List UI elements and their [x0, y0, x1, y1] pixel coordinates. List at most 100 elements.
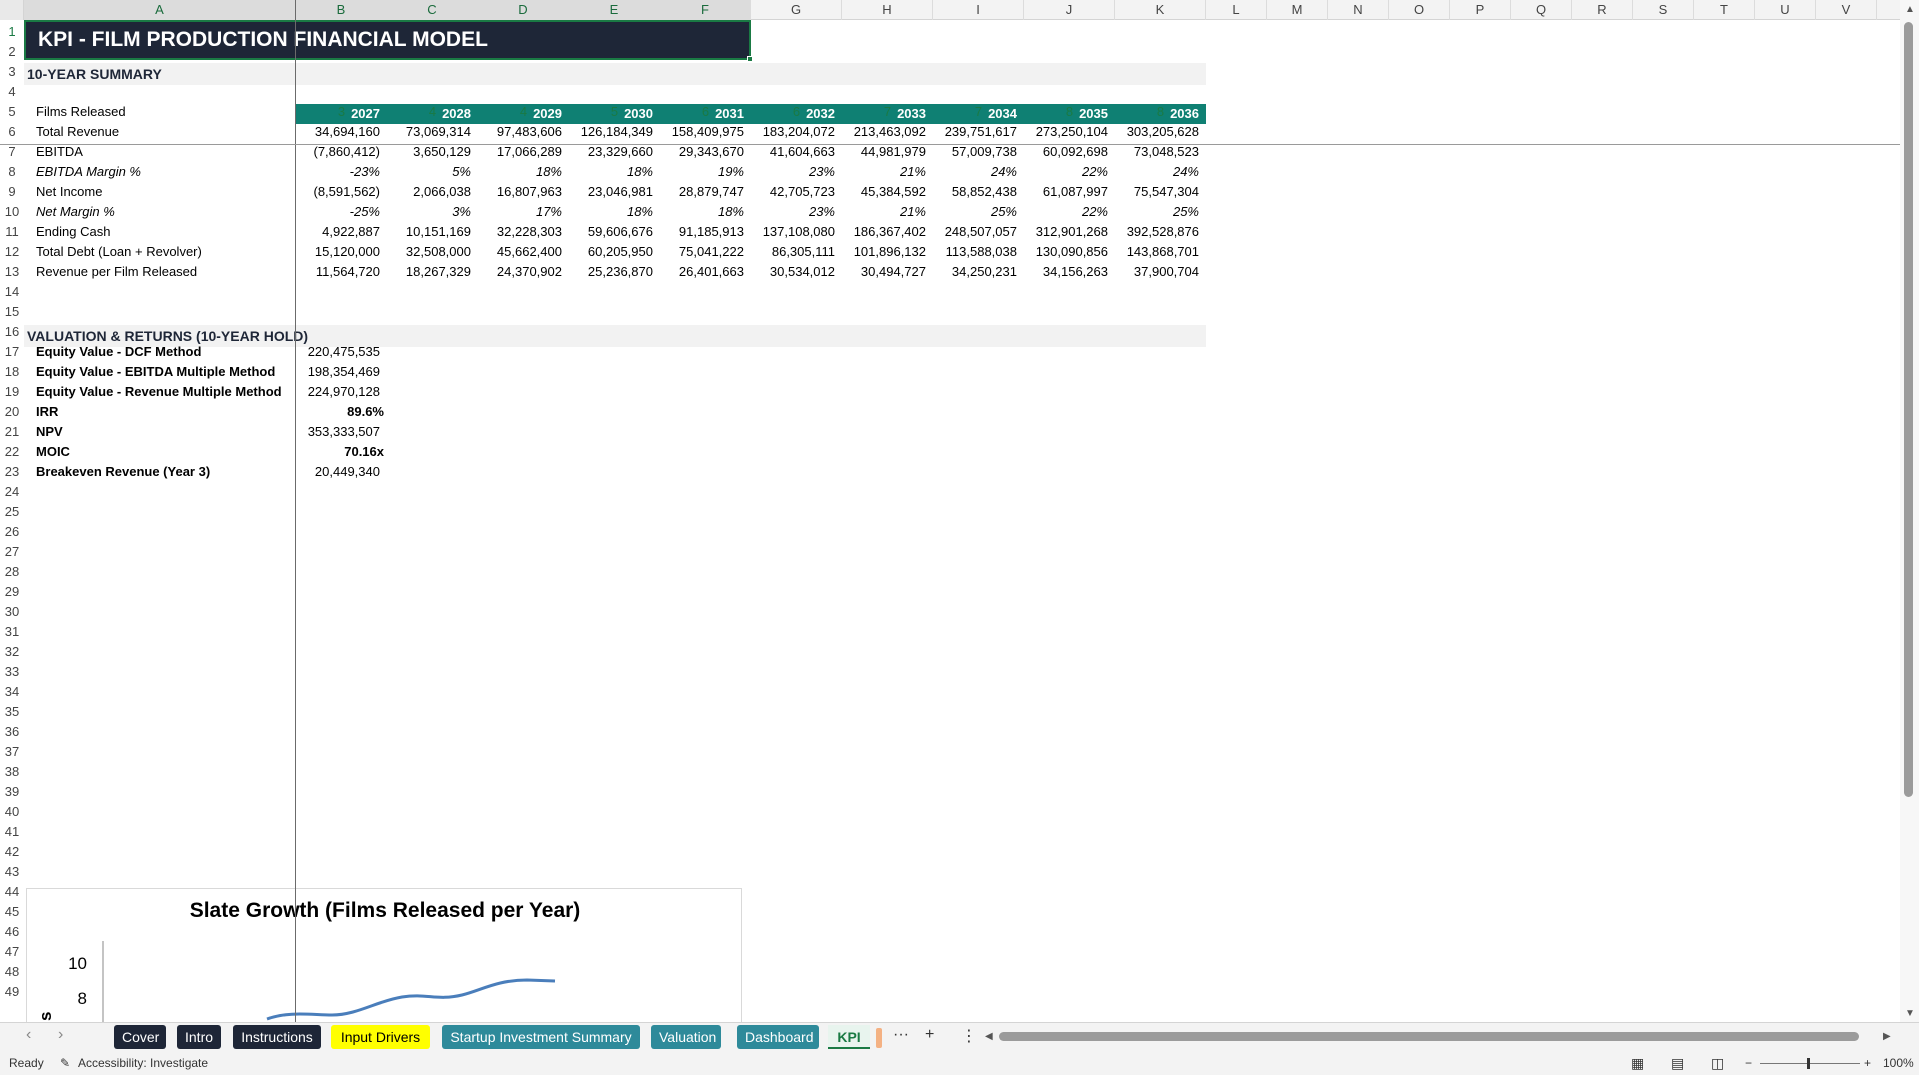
metric-cell[interactable]: 101,896,132	[842, 242, 926, 262]
page-title[interactable]: KPI - FILM PRODUCTION FINANCIAL MODEL	[24, 20, 751, 60]
metric-cell[interactable]: 41,604,663	[751, 142, 835, 162]
metric-cell[interactable]: 25%	[1115, 202, 1199, 222]
select-all-corner[interactable]	[0, 0, 24, 20]
metric-cell[interactable]: 30,494,727	[842, 262, 926, 282]
row-header-20[interactable]: 20	[0, 400, 24, 420]
metric-cell[interactable]: 73,048,523	[1115, 142, 1199, 162]
metric-cell[interactable]: 45,662,400	[478, 242, 562, 262]
accessibility-status[interactable]: Accessibility: Investigate	[78, 1052, 208, 1075]
page-break-icon[interactable]: ◫	[1711, 1052, 1724, 1075]
column-header-n[interactable]: N	[1328, 0, 1389, 20]
metric-cell[interactable]: 28,879,747	[660, 182, 744, 202]
column-header-o[interactable]: O	[1389, 0, 1450, 20]
metric-label[interactable]: EBITDA	[36, 142, 83, 162]
metric-cell[interactable]: 18%	[478, 162, 562, 182]
metric-cell[interactable]: 143,868,701	[1115, 242, 1199, 262]
valuation-label[interactable]: Equity Value - EBITDA Multiple Method	[36, 362, 275, 382]
row-header-15[interactable]: 15	[0, 300, 24, 320]
metric-cell[interactable]: 18,267,329	[387, 262, 471, 282]
metric-cell[interactable]: 73,069,314	[387, 122, 471, 142]
metric-cell[interactable]: 22%	[1024, 162, 1108, 182]
films-cell[interactable]: 7	[842, 102, 933, 122]
row-header-36[interactable]: 36	[0, 720, 24, 740]
column-header-g[interactable]: G	[751, 0, 842, 20]
metric-cell[interactable]: 34,250,231	[933, 262, 1017, 282]
row-header-48[interactable]: 48	[0, 960, 24, 980]
films-cell[interactable]: 7	[933, 102, 1024, 122]
row-header-4[interactable]: 4	[0, 80, 24, 100]
metric-cell[interactable]: 11,564,720	[296, 262, 380, 282]
more-sheets-button[interactable]: ···	[893, 1026, 909, 1044]
row-header-22[interactable]: 22	[0, 440, 24, 460]
metric-cell[interactable]: (8,591,562)	[296, 182, 381, 202]
row-header-8[interactable]: 8	[0, 160, 24, 180]
column-header-e[interactable]: E	[569, 0, 660, 20]
metric-cell[interactable]: 17%	[478, 202, 562, 222]
metric-cell[interactable]: 18%	[660, 202, 744, 222]
metric-cell[interactable]: 26,401,663	[660, 262, 744, 282]
metric-cell[interactable]: 16,807,963	[478, 182, 562, 202]
tab-kpi[interactable]: KPI	[828, 1025, 870, 1049]
row-header-24[interactable]: 24	[0, 480, 24, 500]
metric-cell[interactable]: 186,367,402	[842, 222, 926, 242]
row-header-46[interactable]: 46	[0, 920, 24, 940]
valuation-label[interactable]: MOIC	[36, 442, 70, 462]
metric-cell[interactable]: 24%	[933, 162, 1017, 182]
normal-view-icon[interactable]: ▦	[1631, 1052, 1644, 1075]
scroll-up-icon[interactable]: ▲	[1905, 4, 1915, 15]
row-header-45[interactable]: 45	[0, 900, 24, 920]
fill-handle[interactable]	[747, 56, 753, 62]
metric-cell[interactable]: 10,151,169	[387, 222, 471, 242]
row-header-12[interactable]: 12	[0, 240, 24, 260]
row-header-25[interactable]: 25	[0, 500, 24, 520]
column-header-t[interactable]: T	[1694, 0, 1755, 20]
row-header-1[interactable]: 1	[0, 20, 24, 40]
next-sheet-icon[interactable]: ›	[58, 1026, 63, 1044]
metric-label[interactable]: Net Income	[36, 182, 102, 202]
row-header-32[interactable]: 32	[0, 640, 24, 660]
metric-cell[interactable]: 57,009,738	[933, 142, 1017, 162]
row-header-27[interactable]: 27	[0, 540, 24, 560]
films-cell[interactable]: 4	[478, 102, 569, 122]
films-label[interactable]: Films Released	[36, 102, 126, 122]
metric-cell[interactable]: 32,228,303	[478, 222, 562, 242]
scroll-down-icon[interactable]: ▼	[1905, 1008, 1915, 1019]
column-header-s[interactable]: S	[1633, 0, 1694, 20]
row-header-14[interactable]: 14	[0, 280, 24, 300]
metric-cell[interactable]: 137,108,080	[751, 222, 835, 242]
tab-instructions[interactable]: Instructions	[233, 1025, 321, 1049]
row-header-30[interactable]: 30	[0, 600, 24, 620]
column-header-h[interactable]: H	[842, 0, 933, 20]
films-cell[interactable]: 4	[387, 102, 478, 122]
column-header-j[interactable]: J	[1024, 0, 1115, 20]
metric-cell[interactable]: 2,066,038	[387, 182, 471, 202]
metric-cell[interactable]: 75,547,304	[1115, 182, 1199, 202]
metric-cell[interactable]: 158,409,975	[660, 122, 744, 142]
metric-cell[interactable]: 42,705,723	[751, 182, 835, 202]
row-header-21[interactable]: 21	[0, 420, 24, 440]
tab-input-drivers[interactable]: Input Drivers	[331, 1025, 430, 1049]
column-header-v[interactable]: V	[1816, 0, 1877, 20]
films-cell[interactable]: 6	[751, 102, 842, 122]
metric-cell[interactable]: (7,860,412)	[296, 142, 381, 162]
row-header-28[interactable]: 28	[0, 560, 24, 580]
metric-cell[interactable]: 37,900,704	[1115, 262, 1199, 282]
row-header-35[interactable]: 35	[0, 700, 24, 720]
column-header-c[interactable]: C	[387, 0, 478, 20]
metric-cell[interactable]: 18%	[569, 202, 653, 222]
metric-label[interactable]: Total Revenue	[36, 122, 119, 142]
zoom-in-icon[interactable]: +	[1864, 1052, 1871, 1075]
metric-cell[interactable]: 44,981,979	[842, 142, 926, 162]
metric-cell[interactable]: 25,236,870	[569, 262, 653, 282]
zoom-out-icon[interactable]: −	[1745, 1052, 1752, 1075]
valuation-label[interactable]: Breakeven Revenue (Year 3)	[36, 462, 210, 482]
metric-cell[interactable]: 24%	[1115, 162, 1199, 182]
row-header-42[interactable]: 42	[0, 840, 24, 860]
row-header-49[interactable]: 49	[0, 980, 24, 1000]
metric-cell[interactable]: 183,204,072	[751, 122, 835, 142]
valuation-value[interactable]: 220,475,535	[296, 342, 380, 362]
row-header-23[interactable]: 23	[0, 460, 24, 480]
tab-valuation[interactable]: Valuation	[651, 1025, 721, 1049]
metric-cell[interactable]: 3%	[387, 202, 471, 222]
tab-intro[interactable]: Intro	[177, 1025, 221, 1049]
